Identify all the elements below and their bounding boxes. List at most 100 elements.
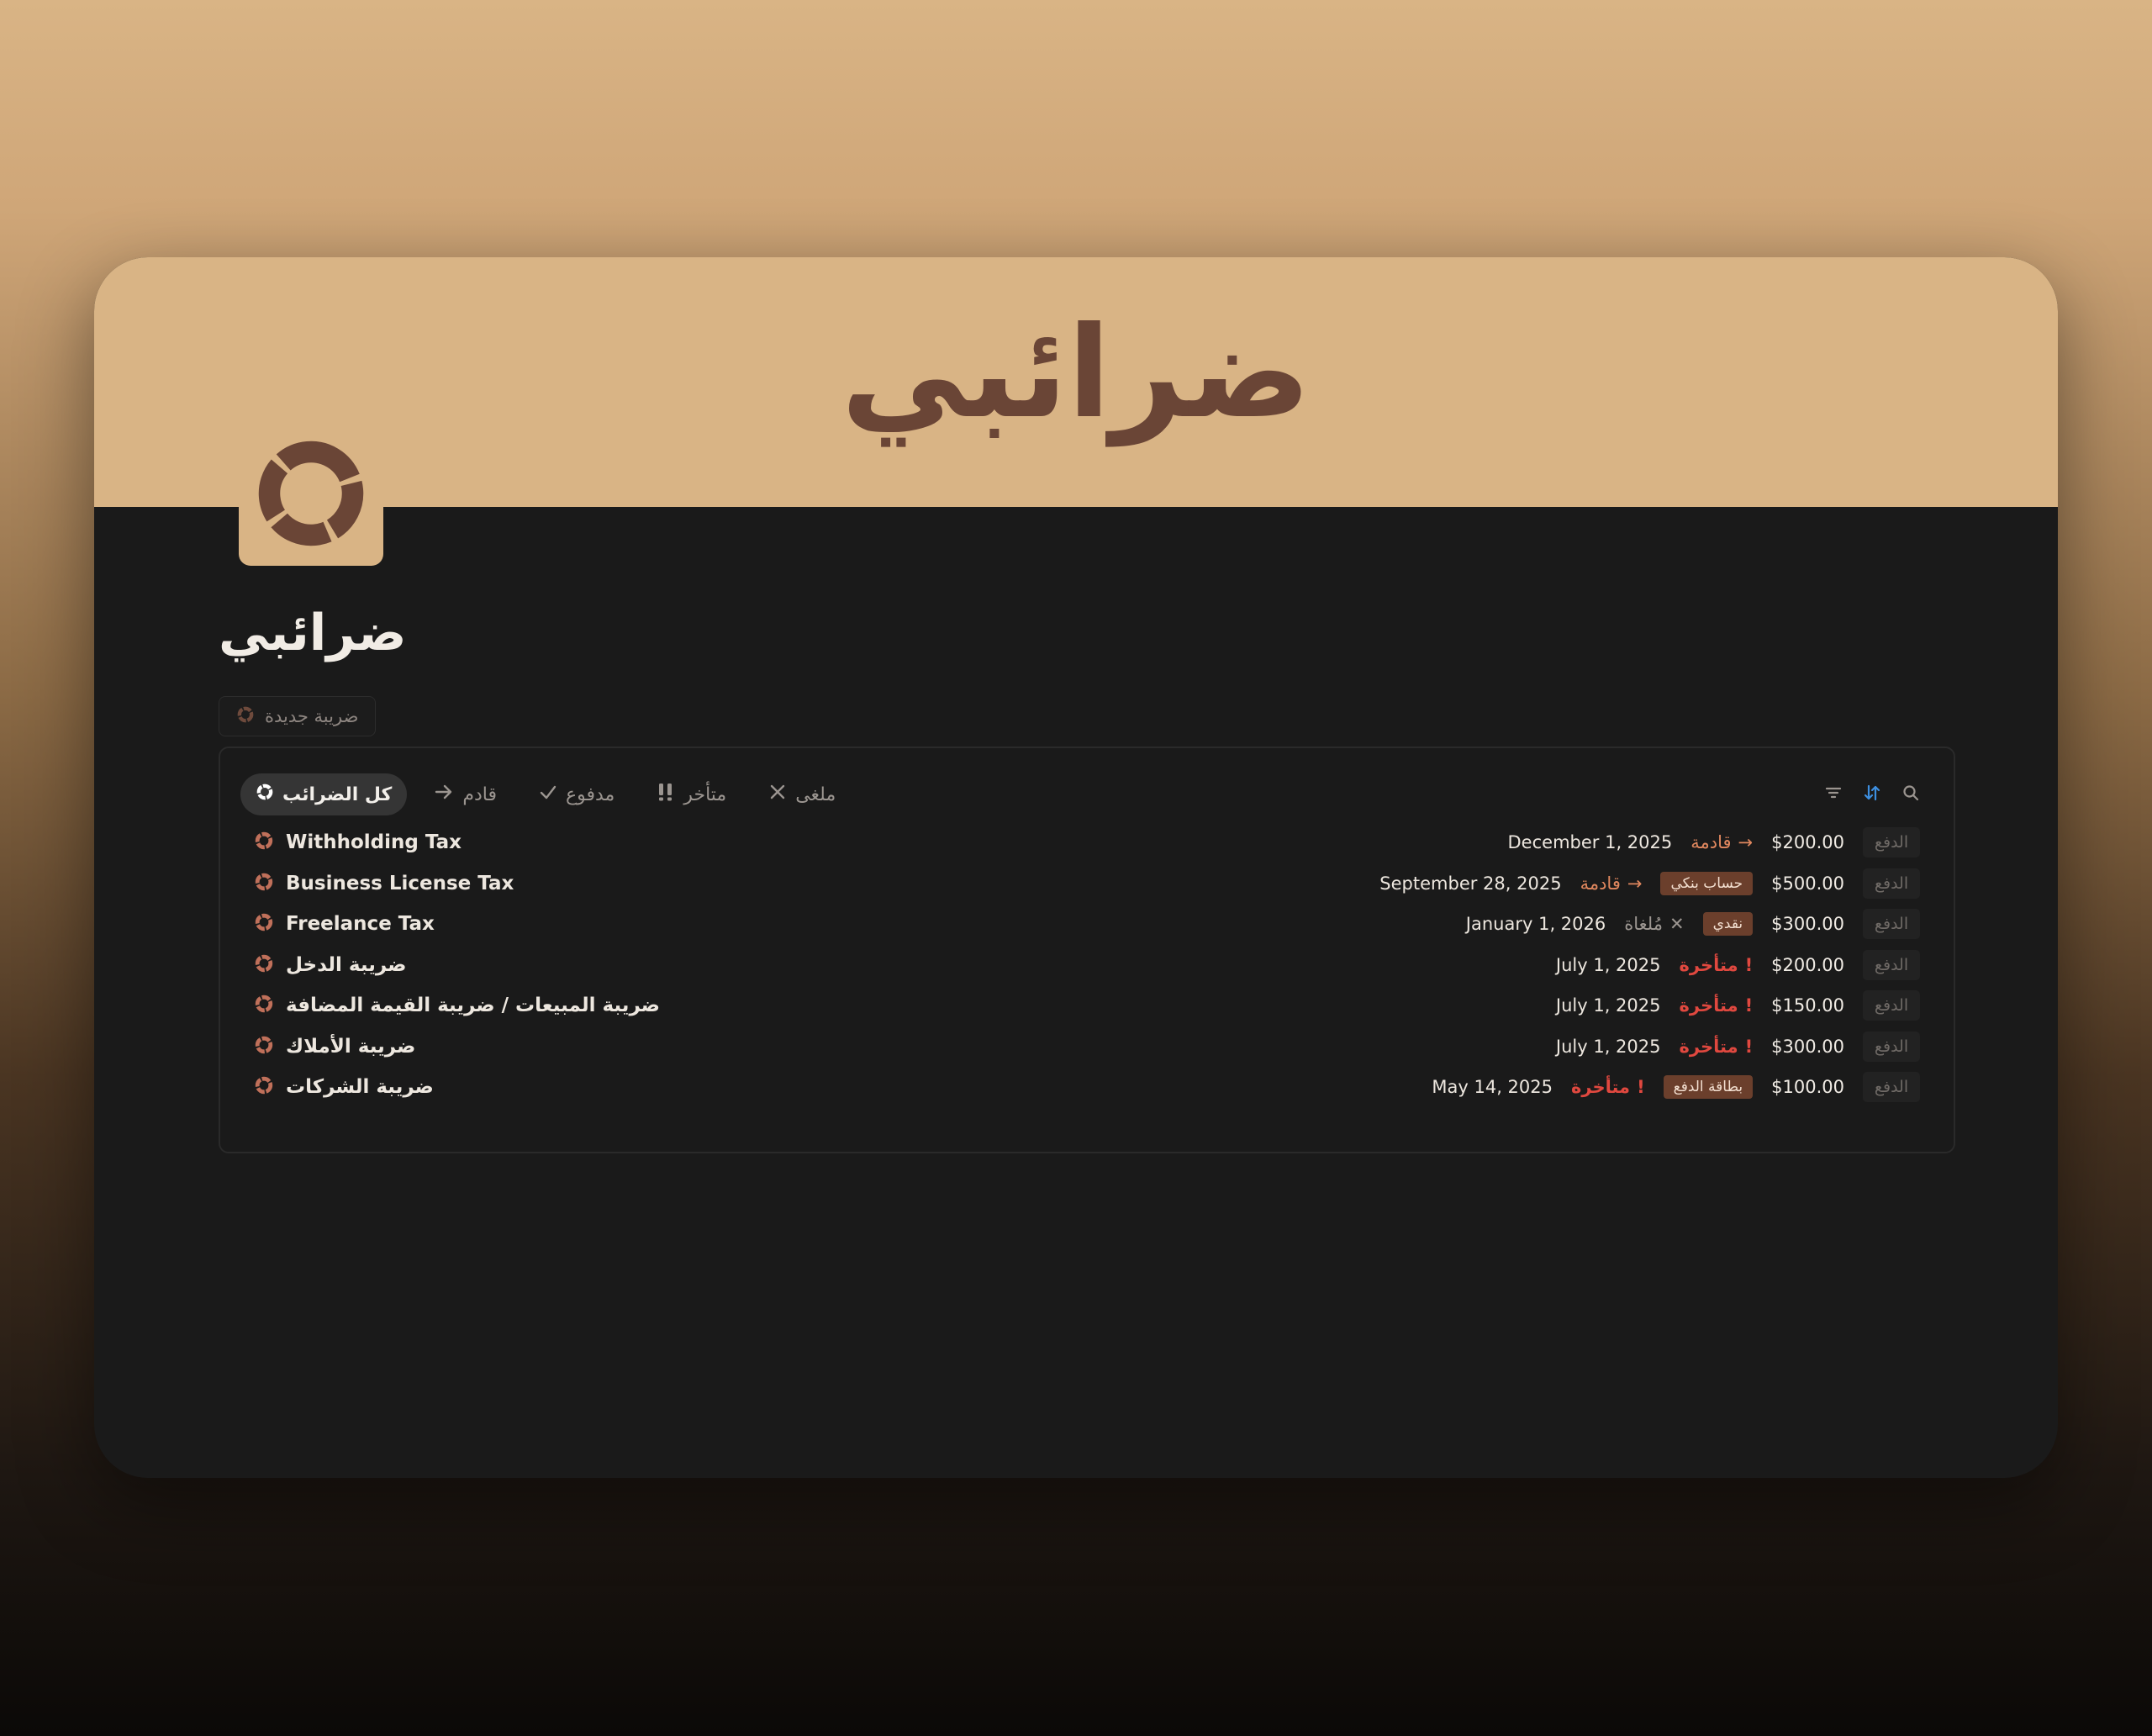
due-date: July 1, 2025 (1555, 1036, 1661, 1057)
status-badge: متأخرة! (1680, 995, 1754, 1016)
check-icon (539, 783, 557, 806)
new-tax-label: ضريبة جديدة (265, 706, 359, 726)
due-date: December 1, 2025 (1507, 832, 1673, 853)
pay-button[interactable]: الدفع (1863, 1072, 1920, 1103)
double-exclamation-icon (657, 782, 675, 807)
status-label: مُلغاة (1624, 914, 1663, 935)
amount: $100.00 (1771, 1077, 1844, 1098)
new-tax-button[interactable]: ضريبة جديدة (219, 696, 377, 736)
status-badge: متأخرة! (1571, 1077, 1645, 1097)
row-properties: الدفع $300.00 متأخرة! July 1, 2025 (1556, 1026, 1920, 1068)
table-row[interactable]: ضريبة الشركات الدفع $100.00 بطاقة الدفع … (220, 1067, 1954, 1108)
table-row[interactable]: ضريبة المبيعات / ضريبة القيمة المضافة ال… (220, 985, 1954, 1026)
row-properties: الدفع $150.00 متأخرة! July 1, 2025 (1556, 985, 1920, 1026)
exclamation-icon: ! (1744, 954, 1754, 975)
pay-button[interactable]: الدفع (1863, 990, 1920, 1021)
exclamation-icon: ! (1637, 1077, 1645, 1098)
exclamation-icon: ! (1744, 995, 1754, 1016)
status-badge: قادمة → (1690, 832, 1753, 852)
table-row[interactable]: ضريبة الدخل الدفع $200.00 متأخرة! July 1… (220, 945, 1954, 986)
tab-paid[interactable]: مدفوع (524, 773, 630, 815)
donut-icon (236, 705, 255, 728)
sort-icon[interactable] (1863, 784, 1881, 805)
row-properties: الدفع $200.00 قادمة → December 1, 2025 (1508, 822, 1920, 863)
status-badge: قادمة → (1580, 873, 1643, 894)
payment-method-tag: بطاقة الدفع (1663, 1075, 1754, 1100)
table-row[interactable]: Business License Tax الدفع $500.00 حساب … (220, 863, 1954, 905)
view-tabs: كل الضرائب قادم مدفوع متأخر ملغى (240, 773, 851, 815)
arrow-right-icon: → (1627, 873, 1643, 894)
donut-icon (254, 1075, 274, 1099)
filter-icon[interactable] (1824, 784, 1843, 805)
status-label: قادمة (1580, 873, 1621, 894)
tab-all-taxes[interactable]: كل الضرائب (240, 773, 408, 815)
tab-label: مدفوع (566, 784, 615, 805)
tab-label: متأخر (683, 784, 727, 805)
status-label: متأخرة (1679, 954, 1738, 975)
table-row[interactable]: ضريبة الأملاك الدفع $300.00 متأخرة! July… (220, 1026, 1954, 1068)
pay-button[interactable]: الدفع (1863, 1031, 1920, 1062)
payment-method-tag: حساب بنكي (1660, 871, 1754, 895)
arrow-right-icon: → (1738, 832, 1754, 853)
amount: $200.00 (1771, 832, 1844, 853)
donut-icon (256, 783, 274, 806)
row-title: ضريبة الشركات (254, 1067, 434, 1108)
status-badge: متأخرة! (1680, 955, 1754, 975)
pay-button[interactable]: الدفع (1863, 949, 1920, 980)
pay-button[interactable]: الدفع (1863, 868, 1920, 899)
banner-title: ضرائبي (841, 300, 1311, 446)
tax-list: Withholding Tax الدفع $200.00 قادمة → Dec… (220, 822, 1954, 1108)
row-properties: الدفع $200.00 متأخرة! July 1, 2025 (1556, 945, 1920, 986)
donut-chart-icon[interactable] (239, 421, 383, 566)
due-date: July 1, 2025 (1555, 995, 1661, 1016)
table-row[interactable]: Freelance Tax الدفع $300.00 نقدي مُلغاة ✕… (220, 904, 1954, 945)
status-label: متأخرة (1571, 1077, 1631, 1098)
amount: $300.00 (1771, 1036, 1844, 1057)
row-properties: الدفع $300.00 نقدي مُلغاة ✕ January 1, 20… (1466, 904, 1920, 945)
payment-method-tag: نقدي (1702, 912, 1754, 937)
search-icon[interactable] (1901, 784, 1920, 805)
due-date: September 28, 2025 (1379, 873, 1562, 894)
amount: $300.00 (1771, 914, 1844, 935)
row-properties: الدفع $100.00 بطاقة الدفع متأخرة! May 14… (1432, 1067, 1920, 1108)
row-name: Business License Tax (286, 872, 514, 894)
donut-icon (254, 1035, 274, 1058)
due-date: May 14, 2025 (1432, 1077, 1553, 1098)
row-name: Withholding Tax (286, 831, 462, 854)
tab-late[interactable]: متأخر (641, 773, 741, 815)
tab-upcoming[interactable]: قادم (419, 773, 512, 815)
x-icon (768, 783, 787, 806)
row-title: Freelance Tax (254, 904, 435, 945)
donut-icon (254, 953, 274, 977)
row-title: ضريبة الدخل (254, 945, 406, 986)
exclamation-icon: ! (1744, 1036, 1754, 1057)
status-label: قادمة (1690, 832, 1732, 853)
row-title: Withholding Tax (254, 822, 462, 863)
row-name: ضريبة الأملاك (286, 1035, 416, 1058)
tab-label: ملغى (795, 784, 836, 805)
table-row[interactable]: Withholding Tax الدفع $200.00 قادمة → Dec… (220, 822, 1954, 863)
row-title: Business License Tax (254, 863, 514, 905)
status-badge: مُلغاة ✕ (1624, 914, 1684, 934)
donut-icon (254, 912, 274, 936)
due-date: January 1, 2026 (1465, 914, 1606, 935)
row-title: ضريبة الأملاك (254, 1026, 415, 1068)
database-toolbar (1824, 784, 1920, 805)
row-title: ضريبة المبيعات / ضريبة القيمة المضافة (254, 985, 660, 1026)
taxes-database: كل الضرائب قادم مدفوع متأخر ملغى Withhol… (219, 747, 1955, 1153)
tab-label: قادم (462, 784, 497, 805)
row-name: Freelance Tax (286, 913, 435, 936)
pay-button[interactable]: الدفع (1863, 909, 1920, 940)
row-name: ضريبة الدخل (286, 953, 407, 976)
tab-cancelled[interactable]: ملغى (753, 773, 851, 815)
status-label: متأخرة (1679, 995, 1738, 1016)
row-properties: الدفع $500.00 حساب بنكي قادمة → September… (1379, 863, 1920, 905)
page-title: ضرائبي (219, 604, 407, 662)
status-badge: متأخرة! (1680, 1037, 1754, 1057)
due-date: July 1, 2025 (1555, 954, 1661, 975)
donut-icon (254, 994, 274, 1017)
pay-button[interactable]: الدفع (1863, 827, 1920, 858)
donut-icon (254, 831, 274, 854)
status-label: متأخرة (1679, 1036, 1738, 1057)
amount: $500.00 (1771, 873, 1844, 894)
